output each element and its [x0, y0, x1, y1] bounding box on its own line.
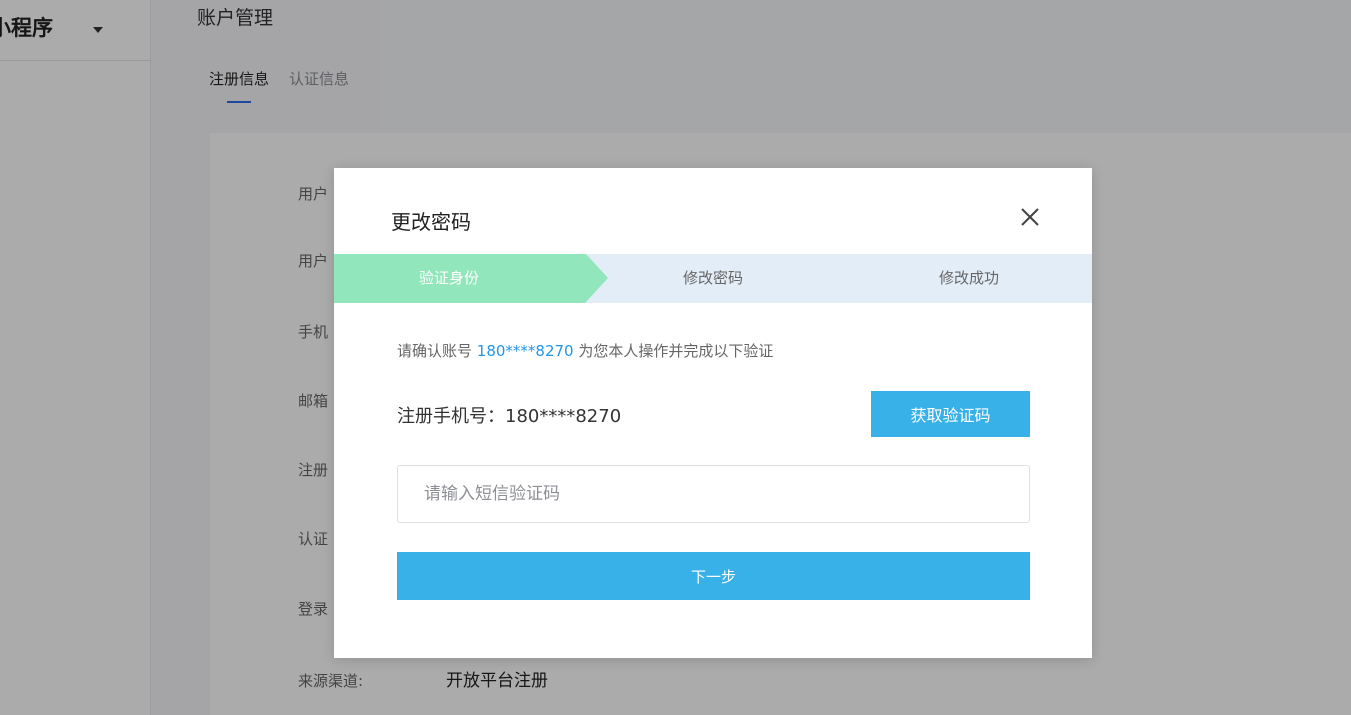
confirm-prefix: 请确认账号: [397, 342, 473, 360]
step-change-success: 修改成功: [938, 269, 999, 287]
step-verify-identity: 验证身份: [334, 254, 586, 303]
change-password-dialog: 更改密码 验证身份 修改密码 修改成功 请确认账号 180****8270 为您…: [334, 168, 1092, 658]
next-step-button[interactable]: 下一步: [397, 552, 1030, 600]
sms-code-input[interactable]: [397, 465, 1030, 523]
confirm-account-text: 请确认账号 180****8270 为您本人操作并完成以下验证: [397, 340, 773, 361]
step-indicator: 验证身份 修改密码 修改成功: [334, 254, 1092, 303]
confirm-suffix: 为您本人操作并完成以下验证: [578, 342, 774, 360]
step-arrow: [586, 254, 608, 302]
close-icon: [1021, 208, 1039, 226]
page: 小程序 账户管理 注册信息 认证信息 用户 用户 手机 邮箱 注册 认证 登录 …: [0, 0, 1351, 715]
close-button[interactable]: [1018, 205, 1042, 229]
confirm-account-number: 180****8270: [476, 342, 574, 360]
step-change-password: 修改密码: [682, 269, 743, 287]
dialog-title: 更改密码: [391, 210, 471, 234]
registered-phone-label: 注册手机号：180****8270: [397, 406, 622, 427]
get-verification-code-button[interactable]: 获取验证码: [871, 391, 1030, 437]
